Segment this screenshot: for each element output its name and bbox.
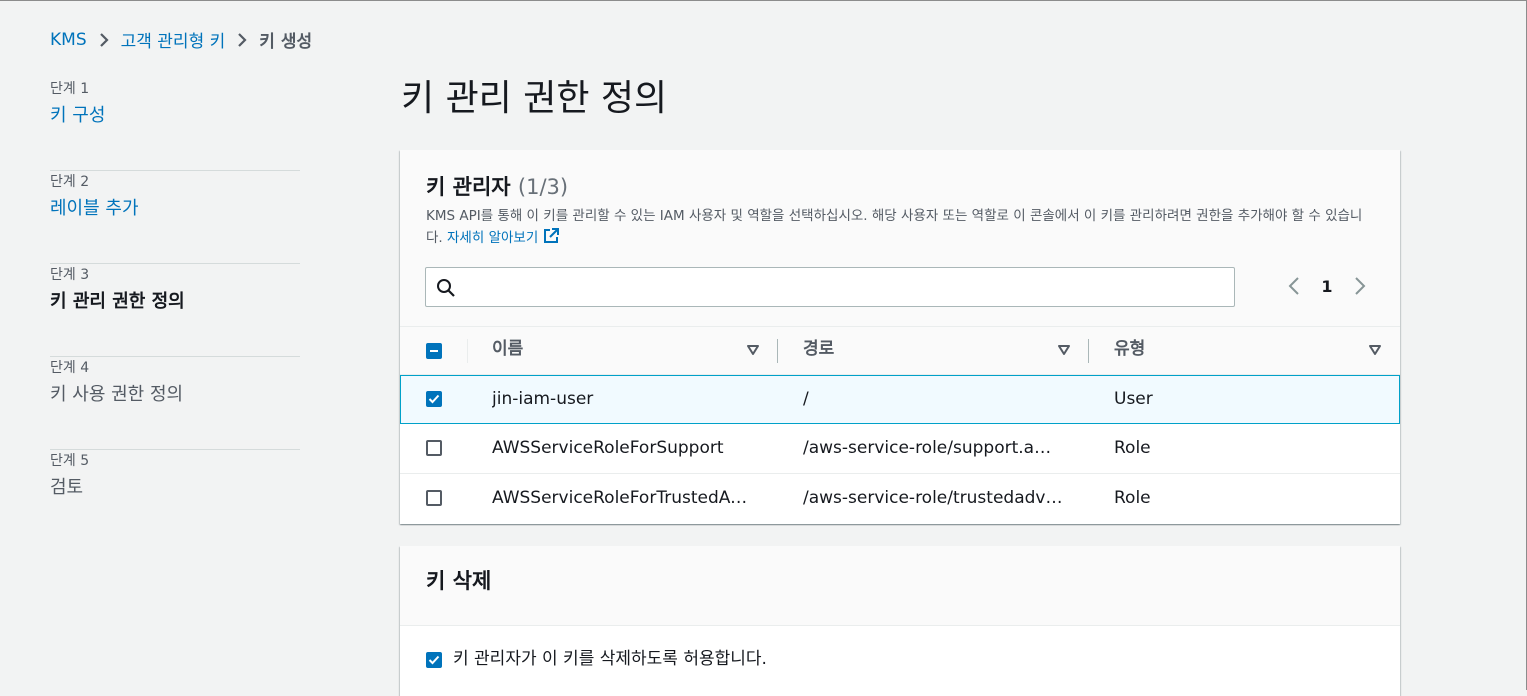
external-link-icon (542, 227, 560, 252)
cell-type: Role (1114, 488, 1151, 508)
key-administrators-panel: 키 관리자 (1/3) KMS API를 통해 이 키를 관리할 수 있는 IA… (400, 150, 1400, 524)
page-title: 키 관리 권한 정의 (401, 78, 668, 119)
key-deletion-panel: 키 삭제 키 관리자가 이 키를 삭제하도록 허용합니다. (400, 546, 1400, 696)
column-header-name[interactable]: 이름 (492, 327, 762, 374)
chevron-right-icon (225, 32, 259, 48)
step-number: 단계 3 (50, 267, 90, 283)
selection-count: (1/3) (517, 175, 569, 199)
current-page[interactable]: 1 (1306, 277, 1348, 296)
column-divider[interactable] (777, 339, 778, 363)
checkmark-icon (428, 394, 440, 404)
step-1: 단계 1 키 구성 (50, 78, 300, 171)
search-input[interactable] (466, 268, 1230, 306)
search-field[interactable] (425, 267, 1235, 307)
select-all-checkbox[interactable] (426, 343, 442, 359)
minus-icon (430, 350, 438, 352)
column-header-type[interactable]: 유형 (1114, 327, 1384, 374)
description-text: KMS API를 통해 이 키를 관리할 수 있는 IAM 사용자 및 역할을 … (426, 208, 1363, 246)
panel-title-text: 키 관리자 (426, 175, 511, 199)
cell-name: jin-iam-user (492, 389, 594, 409)
breadcrumb-current: 키 생성 (259, 32, 313, 52)
checkmark-icon (428, 655, 440, 665)
step-number: 단계 1 (50, 81, 90, 97)
panel-header: 키 관리자 (1/3) KMS API를 통해 이 키를 관리할 수 있는 IA… (400, 150, 1400, 327)
step-define-usage-permissions: 키 사용 권한 정의 (50, 384, 184, 405)
row-checkbox[interactable] (426, 490, 442, 506)
next-page-button[interactable] (1348, 274, 1372, 298)
cell-type: User (1114, 389, 1153, 409)
chevron-left-icon (1288, 277, 1299, 295)
step-4: 단계 4 키 사용 권한 정의 (50, 357, 300, 450)
pagination: 1 (1282, 274, 1372, 298)
sort-down-icon (1369, 345, 1381, 355)
table-row[interactable]: jin-iam-user / User (400, 375, 1400, 424)
search-icon (436, 278, 456, 302)
column-divider (467, 339, 468, 363)
learn-more-label: 자세히 알아보기 (447, 230, 539, 246)
row-checkbox[interactable] (426, 440, 442, 456)
table-row[interactable]: AWSServiceRoleForSupport /aws-service-ro… (400, 424, 1400, 474)
panel-description: KMS API를 통해 이 키를 관리할 수 있는 IAM 사용자 및 역할을 … (426, 206, 1376, 252)
cell-path: /aws-service-role/trustedadvisor.amazona… (803, 488, 1065, 508)
cell-path: /aws-service-role/support.amazonaws.com/ (803, 438, 1065, 458)
column-divider[interactable] (1088, 339, 1089, 363)
breadcrumb: KMS 고객 관리형 키 키 생성 (50, 27, 313, 53)
column-header-label: 이름 (492, 339, 524, 359)
step-5: 단계 5 검토 (50, 450, 300, 543)
chevron-right-icon (1355, 277, 1366, 295)
allow-deletion-label[interactable]: 키 관리자가 이 키를 삭제하도록 허용합니다. (453, 647, 767, 671)
step-number: 단계 5 (50, 453, 90, 469)
chevron-right-icon (87, 32, 121, 48)
table-row[interactable]: AWSServiceRoleForTrustedAdvisor /aws-ser… (400, 474, 1400, 523)
allow-deletion-option[interactable]: 키 관리자가 이 키를 삭제하도록 허용합니다. (400, 626, 1400, 690)
wizard-steps: 단계 1 키 구성 단계 2 레이블 추가 단계 3 키 관리 권한 정의 단계… (50, 78, 300, 543)
sort-down-icon (747, 345, 759, 355)
step-define-admin-permissions: 키 관리 권한 정의 (50, 291, 185, 312)
learn-more-link[interactable]: 자세히 알아보기 (447, 228, 560, 246)
cell-path: / (803, 389, 809, 409)
step-configure-key-link[interactable]: 키 구성 (50, 104, 300, 128)
sort-down-icon (1058, 345, 1070, 355)
panel-title: 키 관리자 (1/3) (426, 173, 568, 201)
step-number: 단계 4 (50, 360, 90, 376)
cell-name: AWSServiceRoleForSupport (492, 438, 724, 458)
previous-page-button[interactable] (1282, 274, 1306, 298)
step-2: 단계 2 레이블 추가 (50, 171, 300, 264)
row-checkbox[interactable] (426, 391, 442, 407)
cell-type: Role (1114, 438, 1151, 458)
cell-name: AWSServiceRoleForTrustedAdvisor (492, 488, 752, 508)
column-header-label: 경로 (803, 339, 835, 359)
column-header-path[interactable]: 경로 (803, 327, 1073, 374)
breadcrumb-kms-link[interactable]: KMS (50, 30, 87, 50)
panel-header: 키 삭제 (400, 546, 1400, 626)
step-review: 검토 (50, 477, 84, 498)
column-header-label: 유형 (1114, 339, 1146, 359)
step-number: 단계 2 (50, 174, 90, 190)
breadcrumb-customer-keys-link[interactable]: 고객 관리형 키 (121, 27, 226, 52)
panel-title: 키 삭제 (426, 569, 492, 593)
allow-deletion-checkbox[interactable] (426, 652, 442, 668)
table-header: 이름 경로 유형 (400, 327, 1400, 375)
step-3: 단계 3 키 관리 권한 정의 (50, 264, 300, 357)
step-add-labels-link[interactable]: 레이블 추가 (50, 197, 300, 221)
